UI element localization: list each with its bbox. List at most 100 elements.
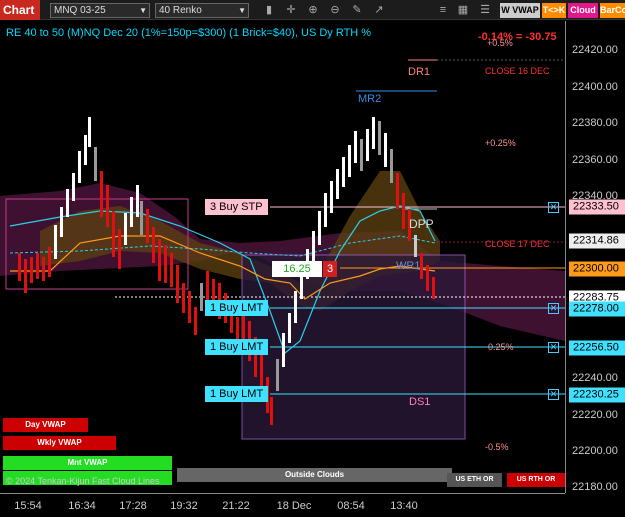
renko-brick xyxy=(152,227,155,263)
list-icon[interactable]: ☰ xyxy=(478,3,492,17)
price-tag-pos: 22300.00 xyxy=(569,261,625,277)
day-vwap-button[interactable]: Day VWAP xyxy=(3,418,88,432)
renko-brick xyxy=(158,239,161,281)
chart-plot-area[interactable]: RE 40 to 50 (M)NQ Dec 20 (1%=150p=$300) … xyxy=(0,21,565,493)
renko-brick xyxy=(100,171,103,217)
chart-tab[interactable]: Chart xyxy=(0,0,40,20)
close-order-icon[interactable]: ✕ xyxy=(548,202,559,213)
renko-brick xyxy=(294,291,297,323)
renko-brick xyxy=(42,257,45,281)
price-tick: 22420.00 xyxy=(572,44,618,56)
price-tick: 22360.00 xyxy=(572,154,618,166)
bar-type-selector[interactable]: 40 Renko ▼ xyxy=(155,3,249,18)
price-tick: 22180.00 xyxy=(572,481,618,493)
zoom-out-icon[interactable]: ⊖ xyxy=(328,3,342,17)
mnt-vwap-button[interactable]: Mnt VWAP xyxy=(3,456,172,470)
price-tick: 22380.00 xyxy=(572,117,618,129)
renko-brick xyxy=(426,265,429,291)
renko-brick xyxy=(336,169,339,199)
copyright-text: © 2024 Tenkan-Kijun Fast Cloud Lines xyxy=(6,476,160,486)
position-price[interactable]: 16.25 xyxy=(272,261,322,277)
chevron-down-icon: ▼ xyxy=(238,6,246,15)
crosshair-icon[interactable]: ✛ xyxy=(284,3,298,17)
toolbar: Chart MNQ 03-25 ▼ 40 Renko ▼ ▮ ✛ ⊕ ⊖ ✎ ↗… xyxy=(0,0,625,20)
price-tag-stp: 22333.50 xyxy=(569,199,625,215)
renko-brick xyxy=(372,117,375,149)
close-order-icon[interactable]: ✕ xyxy=(548,303,559,314)
pct-n05-label: -0.5% xyxy=(485,442,509,452)
time-tick: 13:40 xyxy=(390,500,418,512)
time-tick: 17:28 xyxy=(119,500,147,512)
renko-brick xyxy=(94,147,97,181)
properties-icon[interactable]: ≡ xyxy=(436,3,450,17)
renko-brick xyxy=(360,139,363,171)
renko-brick xyxy=(288,313,291,343)
dpp-label: DPP xyxy=(409,217,434,231)
w-vwap-button[interactable]: W VWAP xyxy=(500,3,540,18)
renko-brick xyxy=(182,283,185,313)
pct-n025-label: 0.25% xyxy=(488,342,514,352)
renko-brick xyxy=(378,121,381,155)
buy-lmt-order-3[interactable]: 1 Buy LMT xyxy=(205,386,269,402)
instrument-label: MNQ 03-25 xyxy=(54,5,106,16)
chart-title: RE 40 to 50 (M)NQ Dec 20 (1%=150p=$300) … xyxy=(6,27,372,39)
barco-button[interactable]: BarCo xyxy=(600,3,625,18)
buy-lmt-order-2[interactable]: 1 Buy LMT xyxy=(205,339,269,355)
renko-brick xyxy=(130,197,133,227)
renko-brick xyxy=(88,117,91,147)
zoom-in-icon[interactable]: ⊕ xyxy=(306,3,320,17)
us-eth-or-button[interactable]: US ETH OR xyxy=(447,473,502,487)
wkly-vwap-button[interactable]: Wkly VWAP xyxy=(3,436,116,450)
price-tick: 22400.00 xyxy=(572,81,618,93)
instrument-selector[interactable]: MNQ 03-25 ▼ xyxy=(50,3,150,18)
renko-brick xyxy=(206,271,209,301)
renko-brick xyxy=(54,225,57,259)
price-tick: 22240.00 xyxy=(572,372,618,384)
ds1-label: DS1 xyxy=(409,396,431,408)
close16-label: CLOSE 16 DEC xyxy=(485,66,550,76)
pct-025-label: +0.25% xyxy=(485,138,516,148)
bar-type-label: 40 Renko xyxy=(159,5,202,16)
renko-brick xyxy=(66,189,69,217)
price-tag-last: 22314.86 xyxy=(569,233,625,249)
price-tick: 22220.00 xyxy=(572,409,618,421)
position-qty[interactable]: 3 xyxy=(323,261,337,277)
buy-stp-order[interactable]: 3 Buy STP xyxy=(205,199,268,215)
price-tag-lmt3: 22230.25 xyxy=(569,387,625,403)
outside-clouds-button[interactable]: Outside Clouds xyxy=(177,468,452,482)
renko-brick xyxy=(200,283,203,311)
renko-brick xyxy=(164,245,167,283)
renko-brick xyxy=(146,209,149,243)
renko-brick xyxy=(24,259,27,293)
renko-brick xyxy=(330,181,333,213)
renko-brick xyxy=(78,151,81,183)
price-axis[interactable]: 22420.00 22400.00 22380.00 22360.00 2234… xyxy=(565,21,625,493)
close-order-icon[interactable]: ✕ xyxy=(548,342,559,353)
renko-brick xyxy=(60,207,63,237)
renko-brick xyxy=(112,211,115,257)
renko-brick xyxy=(36,253,39,279)
renko-brick xyxy=(18,253,21,281)
renko-brick xyxy=(342,157,345,187)
mr2-label: MR2 xyxy=(358,93,382,105)
cloud-button[interactable]: Cloud xyxy=(568,3,598,18)
cursor-icon[interactable]: ↗ xyxy=(372,3,386,17)
strategy-icon[interactable]: ▦ xyxy=(456,3,470,17)
bars-icon[interactable]: ▮ xyxy=(262,3,276,17)
renko-brick xyxy=(354,131,357,163)
buy-lmt-order-1[interactable]: 1 Buy LMT xyxy=(205,300,269,316)
time-tick: 16:34 xyxy=(68,500,96,512)
draw-icon[interactable]: ✎ xyxy=(350,3,364,17)
time-axis[interactable]: 15:54 16:34 17:28 19:32 21:22 18 Dec 08:… xyxy=(0,493,565,517)
wr1-label: WR1 xyxy=(396,260,421,272)
renko-brick xyxy=(118,229,121,269)
renko-brick xyxy=(390,149,393,183)
price-tag-lmt1: 22278.00 xyxy=(569,301,625,317)
close-order-icon[interactable]: ✕ xyxy=(548,389,559,400)
time-tick: 08:54 xyxy=(337,500,365,512)
us-rth-or-button[interactable]: US RTH OR xyxy=(507,473,565,487)
time-tick: 18 Dec xyxy=(276,500,312,512)
renko-brick xyxy=(136,185,139,217)
tk-button[interactable]: T<>K xyxy=(542,3,566,18)
renko-brick xyxy=(384,133,387,167)
